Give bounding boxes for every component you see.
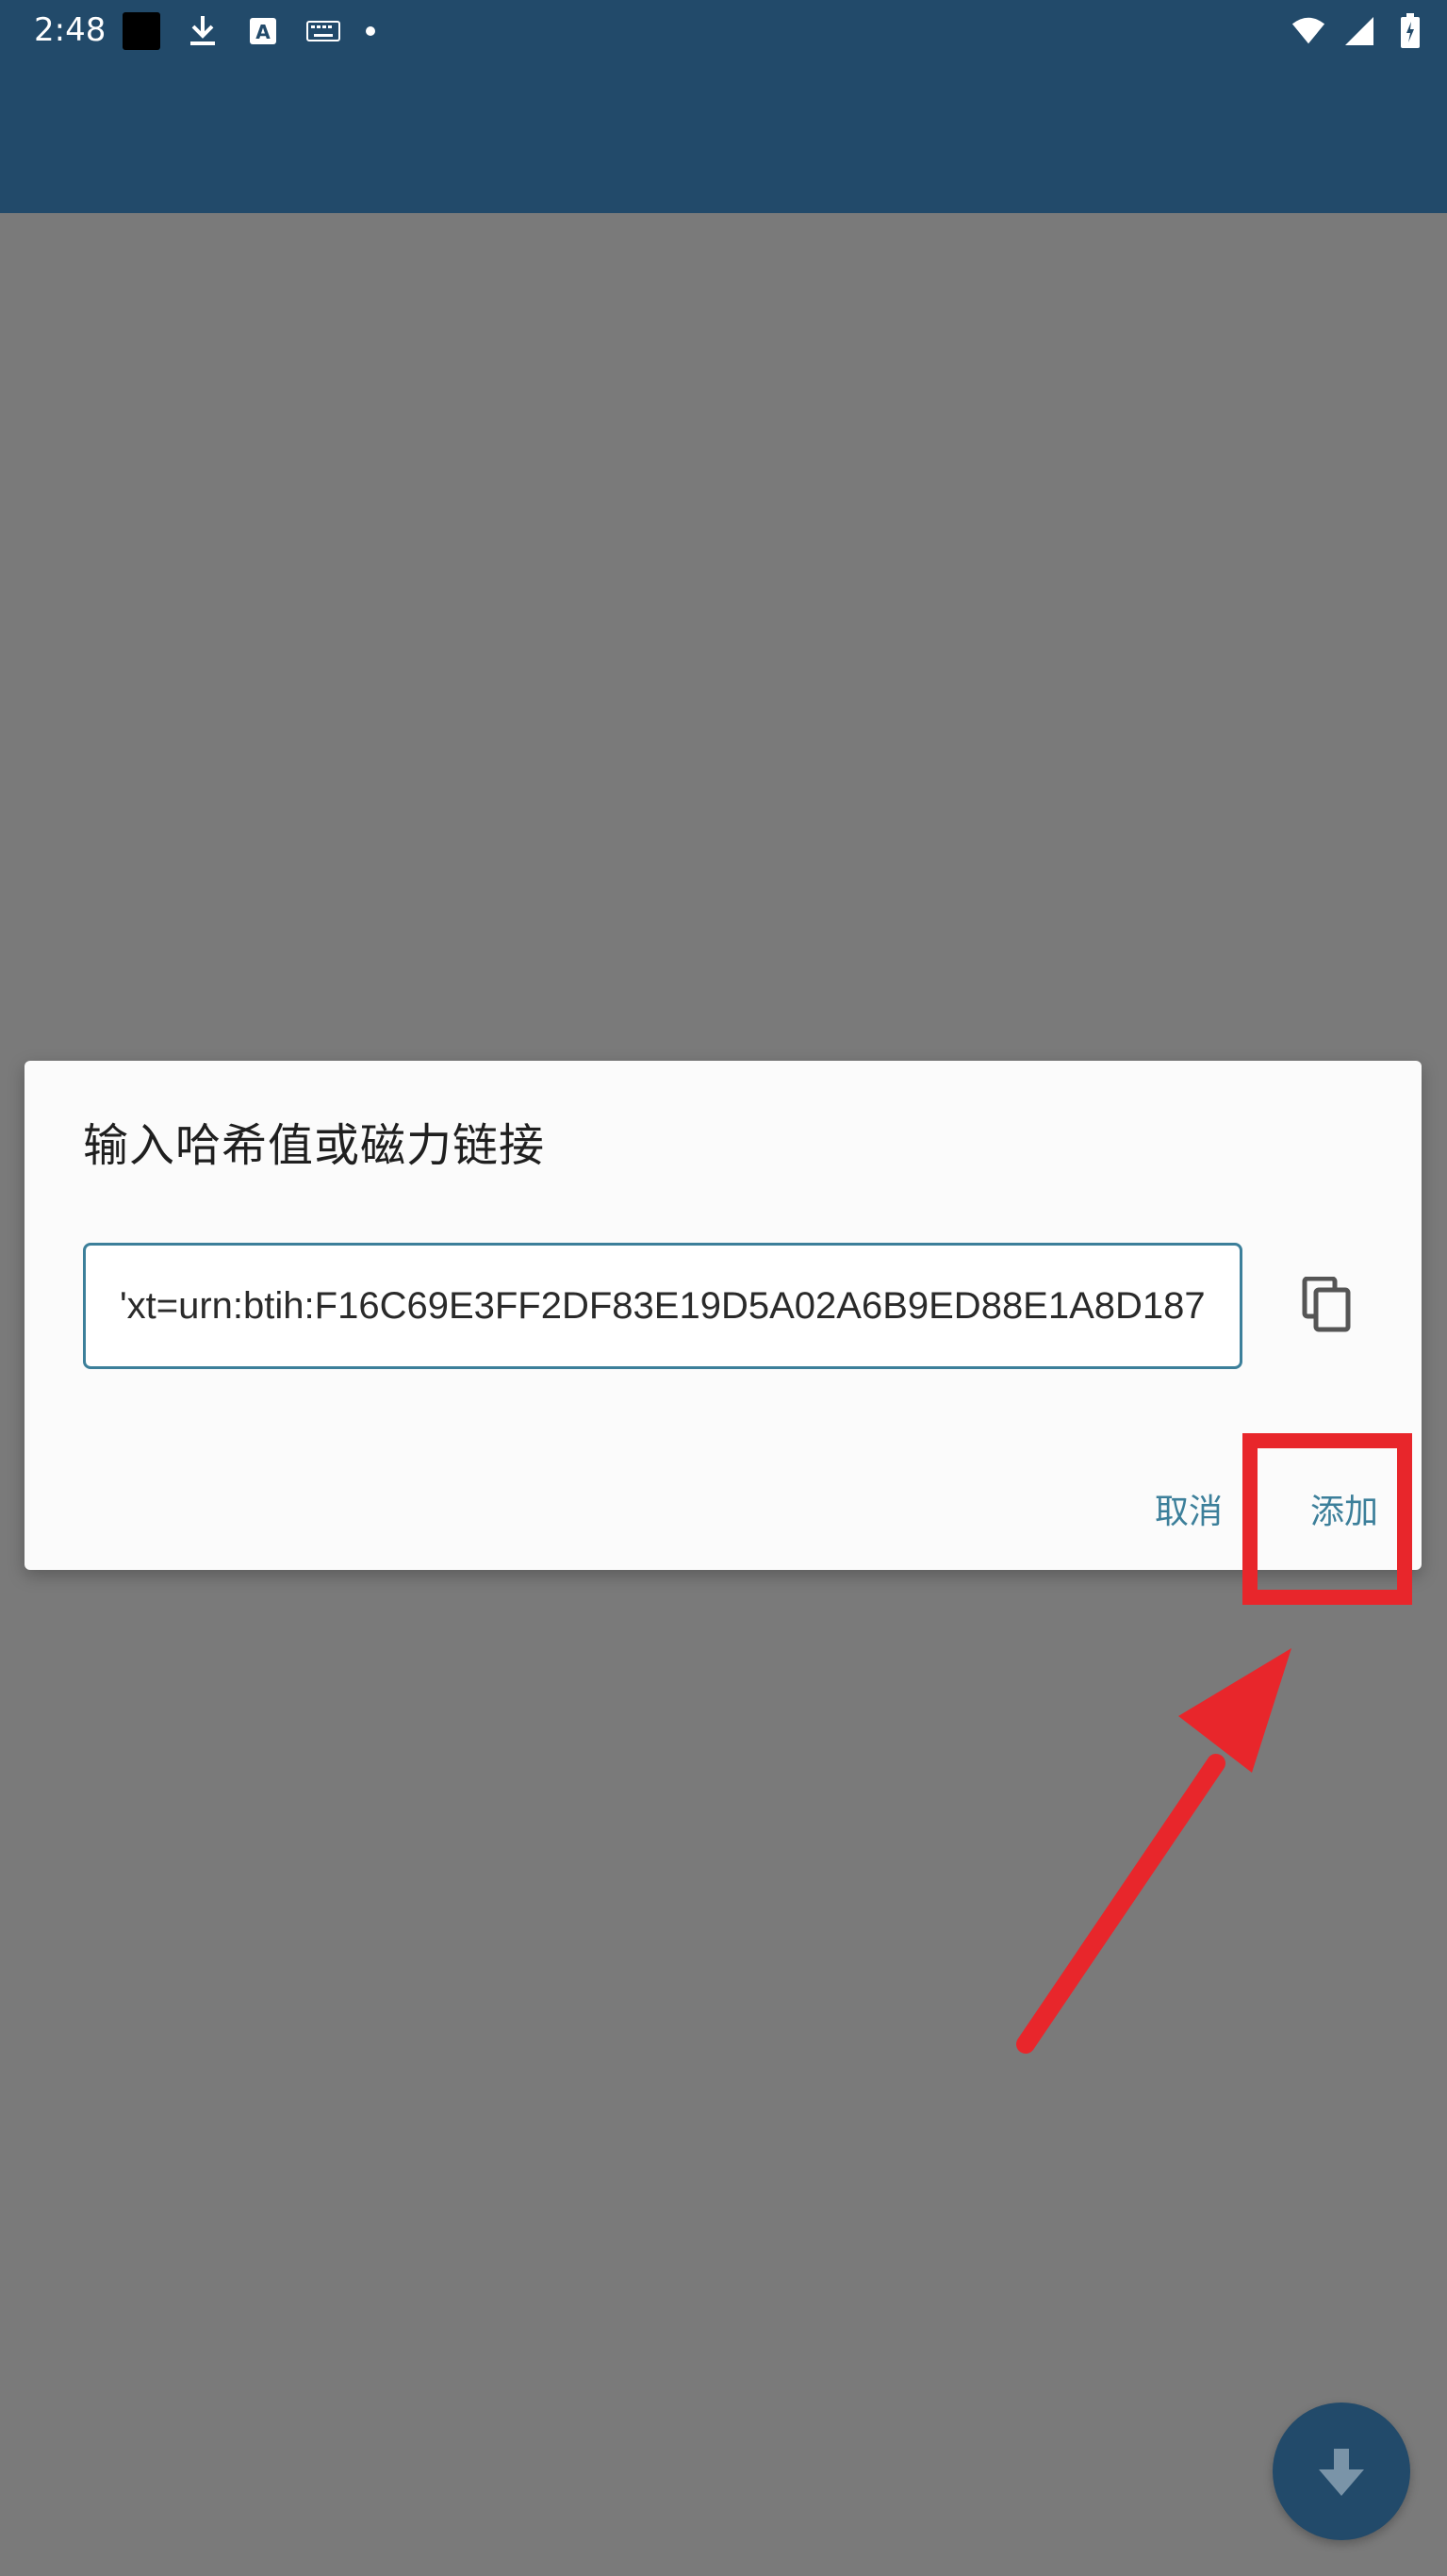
keyboard-icon [305, 13, 341, 49]
wifi-icon [1291, 13, 1326, 49]
paste-button[interactable] [1286, 1263, 1369, 1346]
dot-icon [366, 26, 375, 36]
svg-text:A: A [255, 21, 271, 43]
app-square-icon [123, 12, 160, 50]
status-bar: 2:48 A [0, 0, 1447, 60]
battery-icon [1392, 13, 1428, 49]
a-badge-icon: A [245, 13, 281, 49]
magnet-input-field[interactable] [83, 1243, 1242, 1369]
download-fab[interactable] [1273, 2403, 1410, 2540]
highlight-annotation-box [1242, 1433, 1412, 1605]
annotation-arrow-icon [1016, 1648, 1291, 2054]
cancel-button[interactable]: 取消 [1127, 1480, 1250, 1537]
magnet-link-dialog: 输入哈希值或磁力链接 取消 添加 [25, 1061, 1422, 1570]
status-time: 2:48 [34, 11, 107, 49]
status-icons-right [1291, 8, 1428, 55]
download-arrow-icon [1319, 2449, 1364, 2496]
signal-icon [1341, 13, 1377, 49]
download-icon [185, 13, 221, 49]
magnet-input[interactable] [86, 1246, 1240, 1366]
copy-icon [1302, 1277, 1351, 1332]
dialog-title: 输入哈希值或磁力链接 [83, 1119, 546, 1172]
status-icons-left: A [123, 8, 375, 55]
